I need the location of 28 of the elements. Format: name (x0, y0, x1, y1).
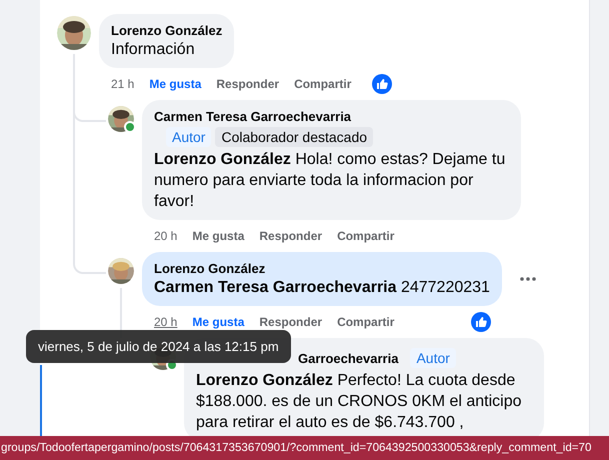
reply-link[interactable]: Responder (216, 77, 280, 91)
contributor-badge: Colaborador destacado (215, 127, 374, 147)
author-name[interactable]: Garroechevarria (298, 350, 398, 366)
timestamp-link[interactable]: 20 h (154, 229, 178, 243)
like-link[interactable]: Me gusta (192, 229, 244, 243)
like-reaction-icon (372, 74, 392, 94)
like-link[interactable]: Me gusta (192, 315, 244, 329)
like-link[interactable]: Me gusta (149, 77, 202, 91)
timestamp-link[interactable]: 21 h (111, 77, 134, 91)
share-link[interactable]: Compartir (337, 315, 394, 329)
author-name[interactable]: Lorenzo González (111, 22, 222, 39)
comment-text: Lorenzo González Perfecto! La cuota desde $188.000. es de un CRONOS 0KM el anticipo para retirar el auto es de $6.743.700 , (196, 371, 523, 433)
status-bar-url: groups/Todoofertapergamino/posts/7064317353670901/?comment_id=7064392500330053&reply_comment_id=70 (0, 436, 609, 460)
author-badge: Autor (410, 348, 456, 368)
date-tooltip: viernes, 5 de julio de 2024 a las 12:15 pm (26, 330, 291, 363)
share-link[interactable]: Compartir (294, 77, 352, 91)
reply-link[interactable]: Responder (259, 315, 322, 329)
comment-text: Lorenzo González Hola! como estas? Dejame tu numero para enviarte toda la informacion por favor! (154, 150, 506, 212)
author-name[interactable]: Lorenzo González (154, 260, 266, 277)
timestamp-link[interactable]: 20 h (154, 315, 178, 329)
comment-text: Información (111, 40, 196, 60)
more-icon (520, 277, 536, 281)
comment-text: Carmen Teresa Garroechevarria 2477220231 (154, 278, 490, 298)
author-name[interactable]: Carmen Teresa Garroechevarria (154, 108, 352, 125)
like-reaction-icon (471, 312, 492, 332)
author-badge: Autor (166, 127, 212, 147)
share-link[interactable]: Compartir (337, 229, 394, 243)
reply-link[interactable]: Responder (259, 229, 322, 243)
